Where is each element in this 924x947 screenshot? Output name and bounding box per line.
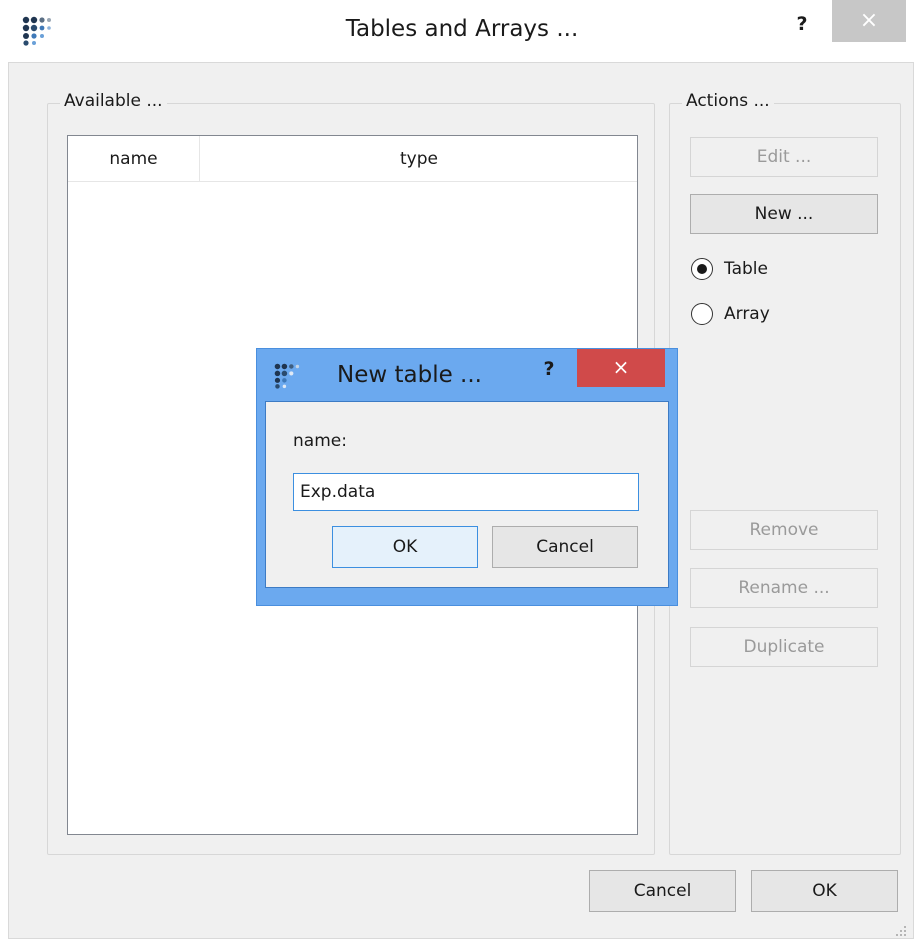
- radio-table-indicator[interactable]: [691, 258, 713, 280]
- duplicate-button[interactable]: Duplicate: [690, 627, 878, 667]
- resize-grip-icon[interactable]: [893, 923, 909, 939]
- new-table-dialog: New table ... ? × name: OK Cancel: [256, 348, 678, 606]
- dialog-cancel-button[interactable]: Cancel: [492, 526, 638, 568]
- radio-array-label: Array: [724, 304, 770, 324]
- dialog-close-button[interactable]: ×: [577, 349, 665, 387]
- cancel-button[interactable]: Cancel: [589, 870, 736, 912]
- close-icon: ×: [612, 355, 630, 379]
- ok-button[interactable]: OK: [751, 870, 898, 912]
- help-button[interactable]: ?: [785, 10, 819, 42]
- rename-button[interactable]: Rename ...: [690, 568, 878, 608]
- radio-table[interactable]: Table: [691, 256, 768, 282]
- column-header-type[interactable]: type: [201, 136, 637, 182]
- close-icon: ×: [859, 8, 879, 33]
- dialog-title: New table ...: [337, 362, 482, 388]
- dialog-help-button[interactable]: ?: [535, 355, 563, 385]
- radio-array-indicator[interactable]: [691, 303, 713, 325]
- radio-array[interactable]: Array: [691, 301, 770, 327]
- app-dots-icon: [22, 16, 51, 46]
- new-button[interactable]: New ...: [690, 194, 878, 234]
- actions-group-title: Actions ...: [682, 91, 774, 111]
- help-icon: ?: [796, 13, 808, 35]
- dialog-ok-button[interactable]: OK: [332, 526, 478, 568]
- name-field-label: name:: [293, 431, 347, 451]
- app-dots-icon: [274, 363, 300, 389]
- close-button[interactable]: ×: [832, 0, 906, 42]
- edit-button[interactable]: Edit ...: [690, 137, 878, 177]
- table-header: name type: [68, 136, 637, 182]
- help-icon: ?: [543, 358, 555, 380]
- column-header-name[interactable]: name: [68, 136, 200, 182]
- remove-button[interactable]: Remove: [690, 510, 878, 550]
- title-bar[interactable]: Tables and Arrays ... ? ×: [0, 0, 924, 62]
- name-input[interactable]: [293, 473, 639, 511]
- radio-table-label: Table: [724, 259, 768, 279]
- dialog-client-area: name: OK Cancel: [265, 401, 669, 588]
- available-group-title: Available ...: [60, 91, 167, 111]
